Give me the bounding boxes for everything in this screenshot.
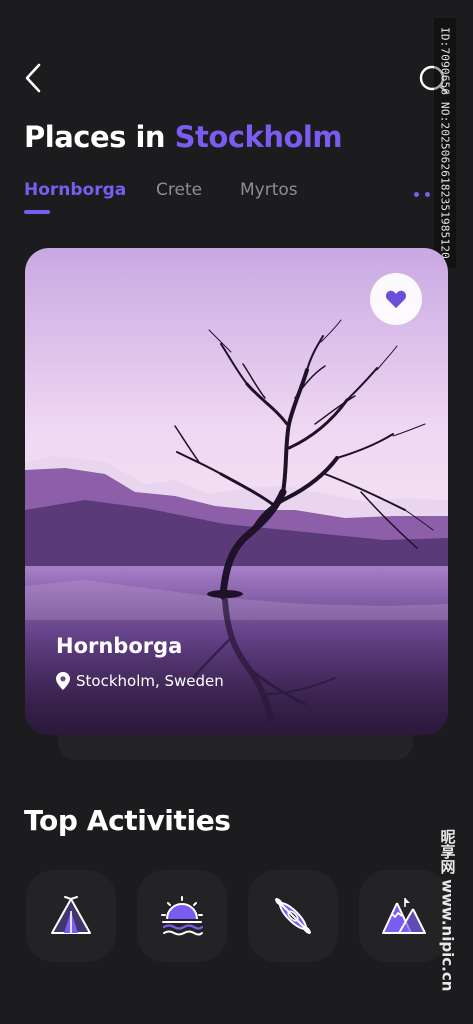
back-button[interactable]: [18, 60, 48, 96]
tab-hornborga[interactable]: Hornborga: [24, 180, 126, 200]
kayak-icon: [275, 898, 311, 934]
page-title-city: Stockholm: [174, 120, 343, 154]
place-location: Stockholm, Sweden: [56, 672, 224, 690]
place-tabs: Hornborga Crete Myrtos: [24, 180, 444, 220]
watermark-site: 昵享网 www.nipic.cn: [438, 828, 457, 992]
more-dot-icon: [414, 192, 419, 197]
watermark-id: ID:7090656 NO:20250626182351985120: [434, 18, 456, 268]
place-name: Hornborga: [56, 634, 183, 658]
tab-active-indicator: [24, 210, 50, 214]
more-tabs-button[interactable]: [414, 192, 430, 197]
screen: ID:7090656 NO:20250626182351985120 Place…: [0, 0, 473, 1024]
chevron-left-icon: [25, 63, 41, 93]
location-pin-icon: [56, 672, 70, 690]
sunset-icon: [161, 896, 204, 936]
activity-camping[interactable]: [26, 870, 116, 962]
place-location-text: Stockholm, Sweden: [76, 672, 224, 690]
activity-kayaking[interactable]: [248, 870, 338, 962]
page-title: Places in Stockholm: [24, 120, 343, 154]
tab-crete[interactable]: Crete: [156, 180, 202, 200]
activity-sunset[interactable]: [137, 870, 227, 962]
heart-icon: [385, 290, 407, 309]
more-dot-icon: [425, 192, 430, 197]
favorite-button[interactable]: [370, 273, 422, 325]
page-title-prefix: Places in: [24, 120, 175, 154]
tent-icon: [51, 896, 91, 934]
section-title-activities: Top Activities: [24, 804, 231, 837]
mountain-icon: [382, 898, 426, 934]
featured-place-card[interactable]: Hornborga Stockholm, Sweden: [25, 248, 448, 735]
tab-myrtos[interactable]: Myrtos: [240, 180, 298, 200]
